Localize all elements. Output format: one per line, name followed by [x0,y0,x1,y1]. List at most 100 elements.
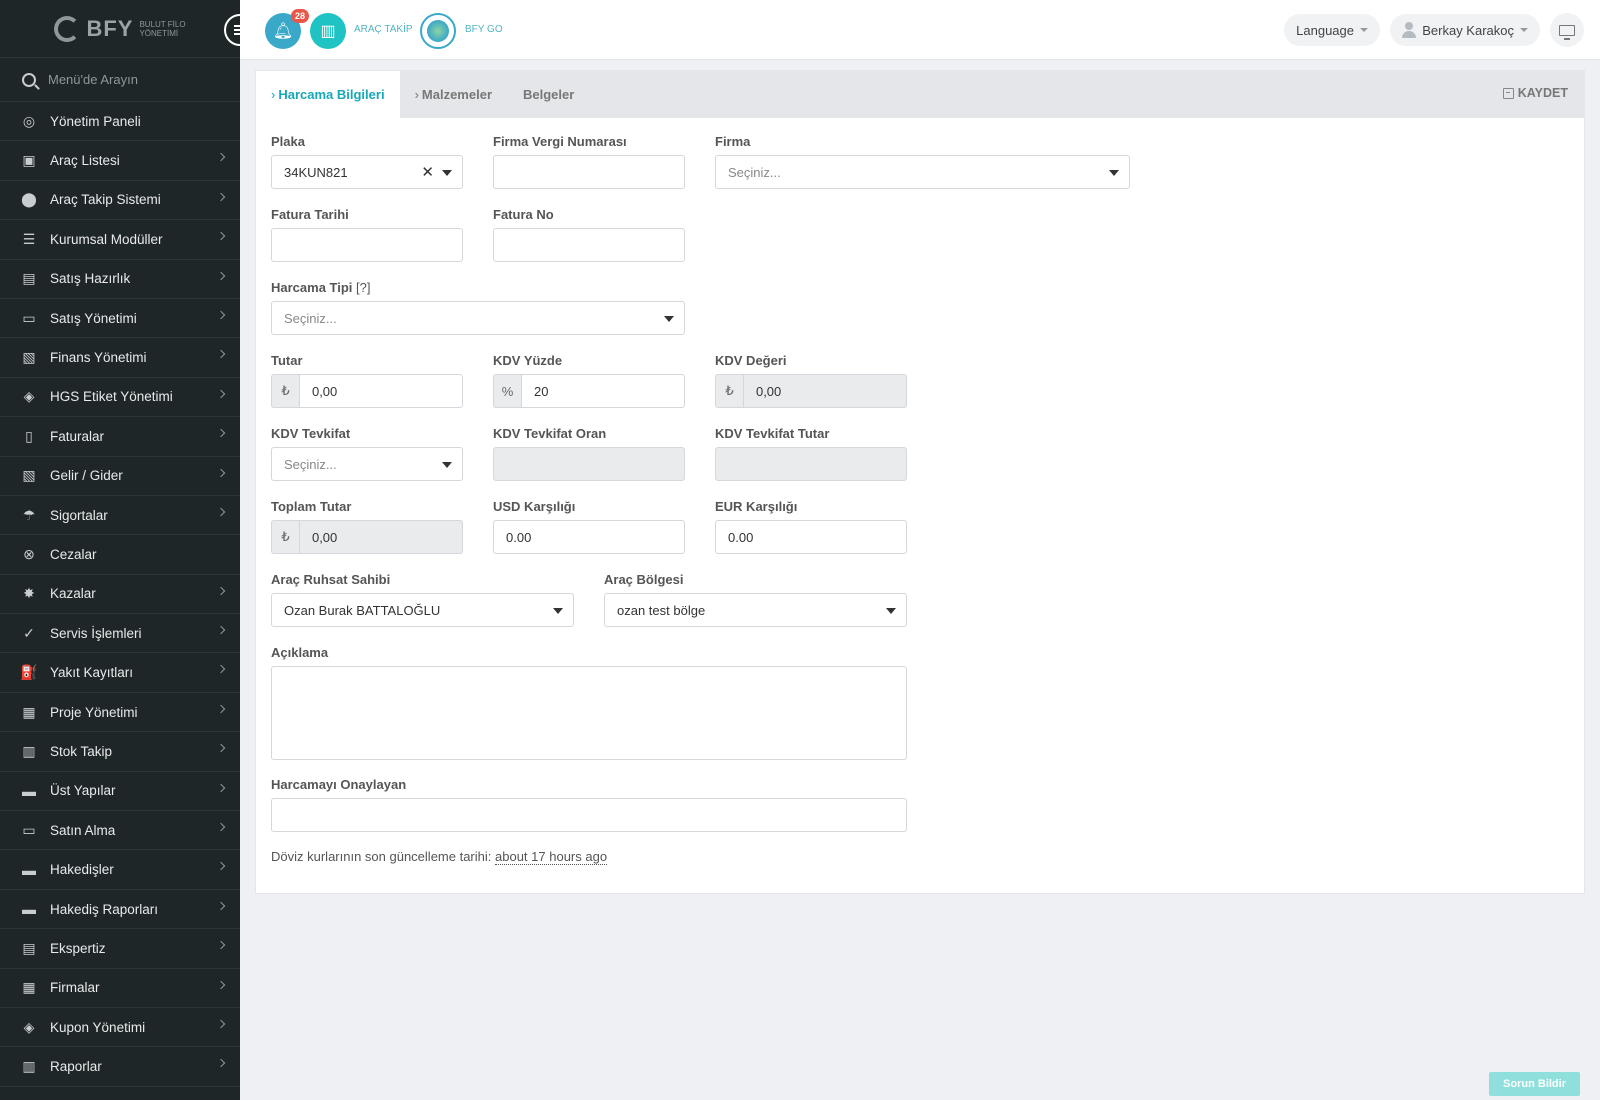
monitor-button[interactable] [1550,13,1584,47]
ruhsat-sahibi-field: Araç Ruhsat Sahibi Ozan Burak BATTALOĞLU [271,572,574,627]
kdv-degeri-field: KDV Değeri ₺ 0,00 [715,353,907,408]
map-marker-icon: ⬤ [21,191,37,208]
help-link[interactable]: [?] [356,280,370,295]
kdv-tevkifat-oran-field: KDV Tevkifat Oran [493,426,685,481]
eur-field: EUR Karşılığı 0.00 [715,499,907,554]
vergi-no-input[interactable] [493,155,685,189]
tab-label: Harcama Bilgileri [278,87,385,102]
chevron-right-icon [216,350,226,359]
sidebar-item[interactable]: ✸ Kazalar [0,575,240,615]
ruhsat-sahibi-select[interactable]: Ozan Burak BATTALOĞLU [271,593,574,627]
sidebar-item[interactable]: ☰ Kurumsal Modüller [0,220,240,260]
chevron-right-icon [216,980,226,989]
save-button[interactable]: KAYDET [1502,86,1568,100]
sidebar-item[interactable]: ▦ Proje Yönetimi [0,693,240,733]
sidebar-item[interactable]: ▭ Satın Alma [0,811,240,851]
sidebar-item-label: Proje Yönetimi [50,704,138,720]
menu-search-input[interactable]: Menü'de Arayın [48,72,138,87]
sidebar-item[interactable]: ⛽ Yakıt Kayıtları [0,653,240,693]
harcama-tipi-field: Harcama Tipi [?] Seçiniz... [271,280,685,335]
sidebar-item-label: Hakedişler [50,862,114,878]
notifications-button[interactable]: 🔔︎ 28 [265,9,309,49]
firma-select[interactable]: Seçiniz... [715,155,1130,189]
sidebar-item-label: Faturalar [50,428,105,444]
sidebar-item[interactable]: ▥ Stok Takip [0,732,240,772]
sidebar-item[interactable]: ▬ Hakedişler [0,850,240,890]
sidebar-item[interactable]: ▤ Ekspertiz [0,929,240,969]
bfy-go-label[interactable]: BFY GO [465,24,503,35]
harcama-tipi-placeholder: Seçiniz... [284,310,337,326]
chevron-right-icon [216,310,226,320]
sidebar-item[interactable]: ▣ Araç Listesi [0,141,240,181]
bfy-logo[interactable]: BFY BULUT FİLO YÖNETİMİ [54,15,186,42]
menu-search[interactable]: Menü'de Arayın [0,58,240,102]
sidebar-item[interactable]: ▬ Üst Yapılar [0,772,240,812]
harcama-tipi-label-text: Harcama Tipi [271,280,353,295]
kdv-tevkifat-select[interactable]: Seçiniz... [271,447,463,481]
sidebar-item[interactable]: ▯ Faturalar [0,417,240,457]
chevron-right-icon [216,901,226,911]
tag-icon: ◈ [23,388,35,405]
fatura-tarihi-input[interactable] [271,228,463,262]
arac-bolgesi-label: Araç Bölgesi [604,572,684,587]
vergi-no-label: Firma Vergi Numarası [493,134,627,149]
user-menu[interactable]: Berkay Karakoç [1390,14,1540,46]
sidebar-item[interactable]: ☂ Sigortalar [0,496,240,536]
sidebar-item-label: Servis İşlemleri [50,625,142,641]
brand-sub-line2: YÖNETİMİ [139,28,179,38]
tutar-input[interactable]: 0,00 [298,374,463,408]
brand-name: BFY [86,15,134,41]
sidebar-item[interactable]: ▧ Finans Yönetimi [0,338,240,378]
sidebar-item[interactable]: ✓ Servis İşlemleri [0,614,240,654]
tab-harcama-bilgileri[interactable]: › Harcama Bilgileri [256,71,400,118]
sidebar-item[interactable]: ◈ Kupon Yönetimi [0,1008,240,1048]
sidebar-item-label: Satış Yönetimi [50,310,137,326]
arac-takip-label[interactable]: ARAÇ TAKİP [354,24,413,35]
toplam-tutar-input-group: ₺ 0,00 [271,520,463,554]
sidebar-item[interactable]: ▬ Hakediş Raporları [0,890,240,930]
report-issue-button[interactable]: Sorun Bildir [1489,1072,1580,1096]
sidebar-item-label: Satın Alma [50,822,116,838]
sidebar-item[interactable]: ⊗ Cezalar [0,535,240,575]
sidebar-item[interactable]: ▦ Firmalar [0,969,240,1008]
language-dropdown[interactable]: Language [1284,14,1380,46]
chevron-right-icon [216,153,226,162]
sidebar-item[interactable]: ▭ Satış Yönetimi [0,299,240,339]
sidebar-item[interactable]: ⬤ Araç Takip Sistemi [0,181,240,221]
kdv-degeri-input: 0,00 [742,374,907,408]
aciklama-field: Açıklama [271,645,907,760]
bfy-go-button[interactable] [420,13,456,49]
car-crash-icon: ✸ [23,585,35,602]
chevron-down-icon [442,462,452,468]
kdv-yuzde-field: KDV Yüzde % 20 [493,353,685,408]
chevron-right-icon [216,783,226,792]
sidebar-item[interactable]: ▤ Satış Hazırlık [0,260,240,299]
kdv-yuzde-input[interactable]: 20 [520,374,685,408]
sidebar-item[interactable]: ◎ Yönetim Paneli [0,102,240,142]
onaylayan-input[interactable] [271,798,907,832]
tab-belgeler[interactable]: Belgeler [507,71,589,118]
tab-malzemeler[interactable]: › Malzemeler [400,71,507,118]
toplam-tutar-input: 0,00 [298,520,463,554]
money-icon: ▧ [22,349,36,366]
aciklama-label: Açıklama [271,645,329,660]
fatura-no-input[interactable] [493,228,685,262]
sidebar-item-label: Hakediş Raporları [50,901,159,917]
hamburger-icon [234,29,240,31]
usd-input[interactable]: 0.00 [493,520,685,554]
arac-takip-button[interactable]: ▥ [310,13,346,49]
sidebar-item[interactable]: ◈ HGS Etiket Yönetimi [0,378,240,418]
chevron-down-icon [1520,28,1528,32]
arac-bolgesi-select[interactable]: ozan test bölge [604,593,907,627]
plaka-select[interactable]: 34KUN821 ✕ [271,155,463,189]
menu-toggle-button[interactable] [224,14,240,46]
sidebar-item-label: Yönetim Paneli [50,113,141,129]
aciklama-textarea[interactable] [271,666,907,760]
sidebar-item[interactable]: ▥ Raporlar [0,1047,240,1087]
eur-input[interactable]: 0.00 [715,520,907,554]
clear-icon[interactable]: ✕ [421,163,434,181]
lira-icon: ₺ [271,374,299,408]
sidebar-item[interactable]: ▧ Gelir / Gider [0,457,240,496]
firma-placeholder: Seçiniz... [728,164,781,180]
harcama-tipi-select[interactable]: Seçiniz... [271,301,685,335]
